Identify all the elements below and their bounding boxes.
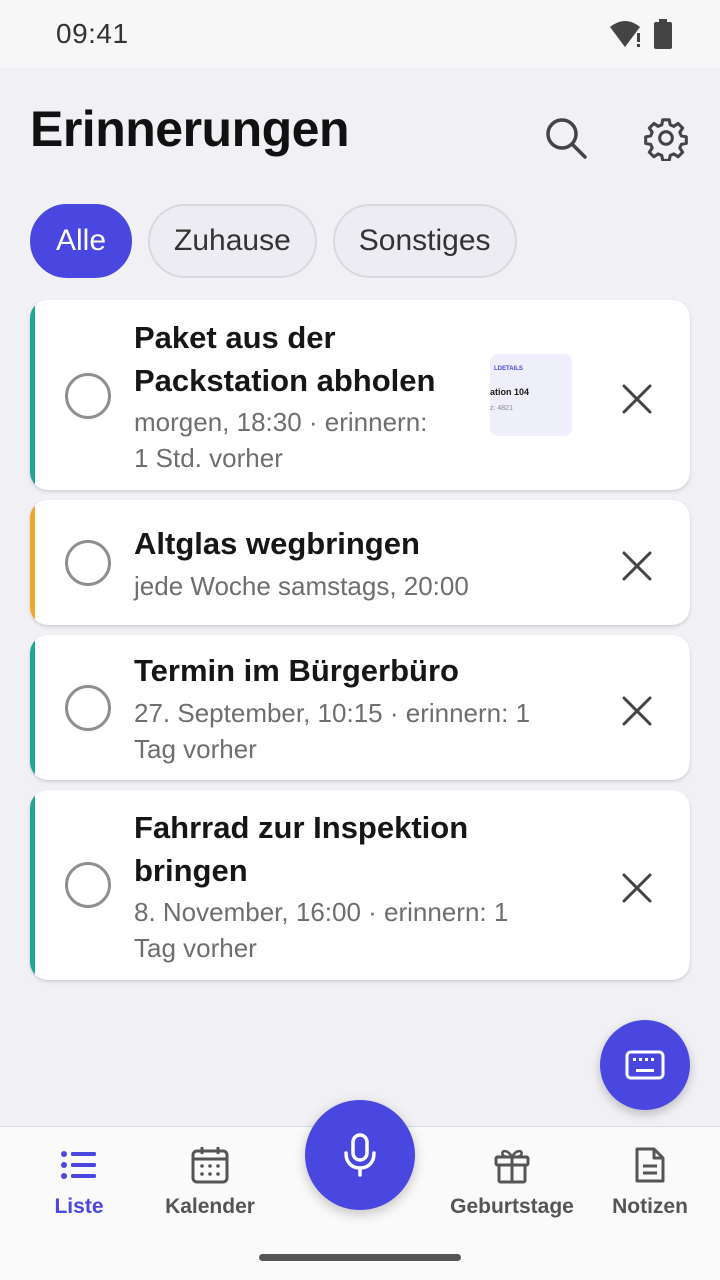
microphone-icon: [344, 1133, 376, 1177]
category-stripe: [30, 635, 35, 780]
attachment-thumbnail[interactable]: LDETAILS ation 104 z: 4821: [490, 354, 572, 436]
reminder-subtitle: 27. September, 10:15 · erinnern: 1 Tag v…: [134, 698, 531, 764]
delete-button[interactable]: [618, 380, 656, 418]
chip-label: Zuhause: [174, 224, 291, 257]
delete-button[interactable]: [618, 692, 656, 730]
wifi-icon: [610, 21, 640, 47]
status-icons: [608, 19, 672, 49]
filter-chip-zuhause[interactable]: Zuhause: [148, 204, 317, 278]
category-stripe: [30, 500, 35, 625]
category-stripe: [30, 790, 35, 980]
search-icon: [546, 118, 587, 159]
calendar-icon: [190, 1145, 230, 1185]
reminder-card[interactable]: Termin im Bürgerbüro 27. September, 10:1…: [30, 635, 690, 780]
settings-button[interactable]: [640, 112, 692, 164]
reminder-card[interactable]: Altglas wegbringen jede Woche samstags, …: [30, 500, 690, 625]
close-icon: [622, 551, 652, 581]
page-title: Erinnerungen: [30, 101, 350, 157]
chip-label: Sonstiges: [358, 224, 491, 257]
filter-chips: Alle Zuhause Sonstiges: [30, 204, 517, 278]
reminder-subtitle: morgen, 18:30 · erinnern: 1 Std. vorher: [134, 407, 428, 473]
complete-checkbox[interactable]: [65, 685, 111, 731]
filter-chip-alle[interactable]: Alle: [30, 204, 133, 278]
reminder-title: Fahrrad zur Inspektion bringen: [134, 810, 469, 888]
nav-label: Notizen: [612, 1195, 688, 1218]
nav-label: Kalender: [165, 1195, 255, 1218]
reminder-title: Altglas wegbringen: [134, 526, 420, 561]
nav-label: Geburtstage: [450, 1195, 574, 1218]
status-bar: 09:41: [0, 0, 720, 68]
reminder-title: Termin im Bürgerbüro: [134, 653, 459, 688]
keyboard-input-button[interactable]: [600, 1020, 690, 1110]
complete-checkbox[interactable]: [65, 540, 111, 586]
complete-checkbox[interactable]: [65, 862, 111, 908]
delete-button[interactable]: [618, 869, 656, 907]
nav-item-kalender[interactable]: Kalender: [160, 1145, 260, 1219]
nav-label: Liste: [54, 1195, 104, 1218]
category-stripe: [30, 300, 35, 490]
reminder-card[interactable]: Fahrrad zur Inspektion bringen 8. Novemb…: [30, 790, 690, 980]
nav-item-liste[interactable]: Liste: [40, 1145, 118, 1219]
filter-chip-sonstiges[interactable]: Sonstiges: [332, 204, 517, 278]
reminder-subtitle: 8. November, 16:00 · erinnern: 1 Tag vor…: [134, 897, 509, 963]
voice-input-button[interactable]: [305, 1100, 415, 1210]
close-icon: [622, 696, 652, 726]
chip-label: Alle: [56, 224, 107, 257]
note-icon: [630, 1145, 670, 1185]
complete-checkbox[interactable]: [65, 373, 111, 419]
search-button[interactable]: [540, 112, 592, 164]
nav-item-geburtstage[interactable]: Geburtstage: [448, 1145, 576, 1219]
gift-icon: [492, 1145, 532, 1185]
close-icon: [622, 873, 652, 903]
nav-item-notizen[interactable]: Notizen: [608, 1145, 692, 1219]
reminder-card[interactable]: Paket aus der Packstation abholen morgen…: [30, 300, 690, 490]
delete-button[interactable]: [618, 547, 656, 585]
reminder-title: Paket aus der Packstation abholen: [134, 320, 436, 398]
home-indicator[interactable]: [259, 1254, 461, 1261]
gear-icon: [644, 118, 688, 161]
close-icon: [622, 384, 652, 414]
keyboard-icon: [625, 1050, 665, 1080]
status-time: 09:41: [56, 18, 129, 49]
battery-icon: [654, 19, 672, 49]
reminder-subtitle: jede Woche samstags, 20:00: [134, 571, 469, 601]
list-icon: [59, 1145, 99, 1185]
